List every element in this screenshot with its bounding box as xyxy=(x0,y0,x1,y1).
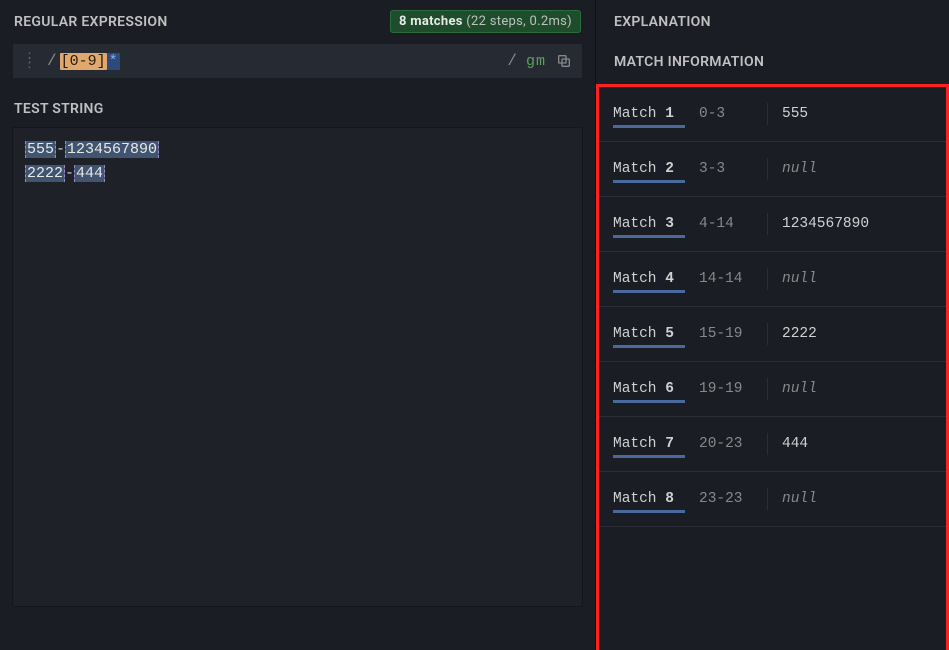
match-row[interactable]: Match 8 23-23 null xyxy=(599,472,946,527)
match-label: Match 2 xyxy=(613,161,685,177)
match-separator xyxy=(767,213,768,235)
match-range: 23-23 xyxy=(699,491,753,507)
test-line-2: 2222-444 xyxy=(25,162,570,186)
match-row[interactable]: Match 6 19-19 null xyxy=(599,362,946,417)
match-row[interactable]: Match 1 0-3 555 xyxy=(599,87,946,142)
match-range: 15-19 xyxy=(699,326,753,342)
match-separator xyxy=(767,268,768,290)
match-range: 19-19 xyxy=(699,381,753,397)
match-highlight: 444 xyxy=(74,165,105,182)
match-value: 555 xyxy=(782,106,808,122)
test-line-1: 555-1234567890 xyxy=(25,138,570,162)
match-value: null xyxy=(782,161,817,177)
match-count-strong: 8 matches xyxy=(399,14,463,29)
test-text: - xyxy=(65,165,74,182)
match-row[interactable]: Match 4 14-14 null xyxy=(599,252,946,307)
match-value: 2222 xyxy=(782,326,817,342)
match-value: null xyxy=(782,491,817,507)
test-string-label: TEST STRING xyxy=(14,101,104,117)
regex-flags[interactable]: gm xyxy=(526,53,546,70)
match-label: Match 5 xyxy=(613,326,685,342)
match-label: Match 4 xyxy=(613,271,685,287)
match-info-list: Match 1 0-3 555 Match 2 3-3 null Match 3 4-14 12… xyxy=(596,84,949,650)
match-label: Match 1 xyxy=(613,106,685,122)
match-row[interactable]: Match 3 4-14 1234567890 xyxy=(599,197,946,252)
match-info-header: MATCH INFORMATION xyxy=(596,40,949,80)
regex-input-box[interactable]: ⋮⋮ / [0-9]* / gm xyxy=(12,43,583,79)
match-row[interactable]: Match 5 15-19 2222 xyxy=(599,307,946,362)
explanation-header: EXPLANATION xyxy=(596,0,949,40)
regex-section-header: REGULAR EXPRESSION 8 matches (22 steps, … xyxy=(0,0,595,43)
regex-header-label: REGULAR EXPRESSION xyxy=(14,14,168,30)
match-separator xyxy=(767,158,768,180)
match-row[interactable]: Match 2 3-3 null xyxy=(599,142,946,197)
match-highlight: 1234567890 xyxy=(65,141,159,158)
regex-char-class: [0-9] xyxy=(60,53,107,70)
match-value: null xyxy=(782,381,817,397)
test-string-header: TEST STRING xyxy=(0,91,595,127)
test-string-input[interactable]: 555-1234567890 2222-444 xyxy=(12,127,583,607)
match-range: 4-14 xyxy=(699,216,753,232)
match-count-detail: (22 steps, 0.2ms) xyxy=(463,14,572,29)
match-value: 444 xyxy=(782,436,808,452)
copy-icon[interactable] xyxy=(556,53,572,69)
regex-quantifier: * xyxy=(107,53,120,70)
match-highlight: 555 xyxy=(25,141,56,158)
match-separator xyxy=(767,103,768,125)
match-separator xyxy=(767,323,768,345)
match-separator xyxy=(767,378,768,400)
match-count-badge: 8 matches (22 steps, 0.2ms) xyxy=(390,10,581,33)
match-range: 20-23 xyxy=(699,436,753,452)
match-value: 1234567890 xyxy=(782,216,869,232)
match-range: 14-14 xyxy=(699,271,753,287)
match-label: Match 3 xyxy=(613,216,685,232)
match-value: null xyxy=(782,271,817,287)
match-range: 3-3 xyxy=(699,161,753,177)
left-panel: REGULAR EXPRESSION 8 matches (22 steps, … xyxy=(0,0,595,650)
match-separator xyxy=(767,488,768,510)
match-range: 0-3 xyxy=(699,106,753,122)
regex-close-delim: / xyxy=(507,52,517,70)
test-text: - xyxy=(56,141,65,158)
match-label: Match 7 xyxy=(613,436,685,452)
regex-pattern[interactable]: [0-9]* xyxy=(60,53,505,70)
match-separator xyxy=(767,433,768,455)
match-label: Match 8 xyxy=(613,491,685,507)
right-panel: EXPLANATION MATCH INFORMATION Match 1 0-3… xyxy=(595,0,949,650)
regex-open-delim: / xyxy=(47,52,57,70)
match-highlight: 2222 xyxy=(25,165,65,182)
match-row[interactable]: Match 7 20-23 444 xyxy=(599,417,946,472)
match-label: Match 6 xyxy=(613,381,685,397)
drag-handle-icon[interactable]: ⋮⋮ xyxy=(23,57,36,65)
